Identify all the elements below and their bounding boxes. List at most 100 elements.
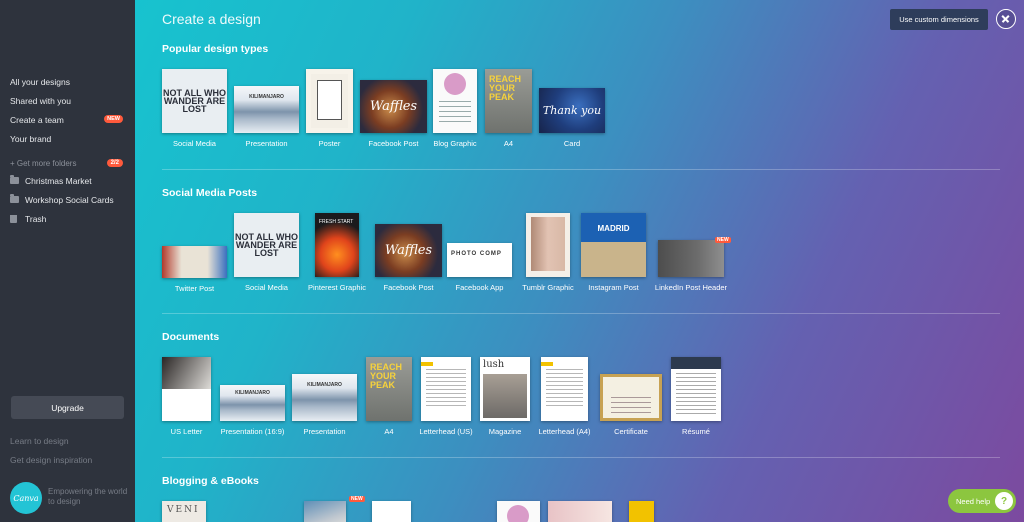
trash-icon <box>10 214 17 223</box>
text-lines <box>546 369 583 409</box>
design-type-presentation-2[interactable]: KILIMANJARO Presentation <box>292 374 357 439</box>
folder-label: Christmas Market <box>25 175 92 186</box>
letterhead-accent <box>541 362 553 366</box>
design-type-tumblr-graphic[interactable]: Tumblr Graphic <box>522 213 574 295</box>
design-type-blog-1[interactable]: VENI <box>162 501 206 522</box>
folder-workshop-social-cards[interactable]: Workshop Social Cards <box>0 190 135 209</box>
design-type-blog-5[interactable] <box>548 501 612 522</box>
design-type-linkedin-post-header[interactable]: NEW LinkedIn Post Header <box>655 237 731 295</box>
design-type-certificate[interactable]: Certificate <box>600 374 662 439</box>
design-type-label: LinkedIn Post Header <box>654 283 728 292</box>
thumbnail <box>372 501 411 522</box>
design-type-us-letter[interactable]: US Letter <box>162 357 211 439</box>
section-title-social-media-posts: Social Media Posts <box>162 187 258 199</box>
sidebar-item-label: Your brand <box>10 133 52 144</box>
custom-dimensions-button[interactable]: Use custom dimensions <box>890 9 988 30</box>
design-type-letterhead-us[interactable]: Letterhead (US) <box>419 357 473 439</box>
design-type-twitter-post[interactable]: Twitter Post <box>162 246 227 295</box>
design-type-resume[interactable]: Résumé <box>671 357 721 439</box>
sidebar-nav: All your designs Shared with you Create … <box>0 72 135 148</box>
thumbnail: KILIMANJARO <box>220 385 285 421</box>
design-type-instagram-post[interactable]: MADRID Instagram Post <box>581 213 646 295</box>
section-divider <box>162 313 1000 314</box>
design-type-blog-2[interactable]: NEW <box>304 496 365 522</box>
learn-to-design-link[interactable]: Learn to design <box>10 436 69 446</box>
design-type-facebook-post-2[interactable]: Waffles Facebook Post <box>375 224 442 295</box>
design-type-card[interactable]: Thank you Card <box>539 88 605 151</box>
need-help-label: Need help <box>956 496 991 506</box>
thumbnail: MADRID <box>581 213 646 277</box>
profile-circle <box>444 73 466 95</box>
thumbnail: Thank you <box>539 88 605 133</box>
poster-frame <box>317 80 342 120</box>
sidebar-item-label: Shared with you <box>10 95 71 106</box>
certificate-lines <box>611 397 651 417</box>
thumbnail <box>671 357 721 421</box>
folder-christmas-market[interactable]: Christmas Market <box>0 171 135 190</box>
section-title-blogging-ebooks: Blogging & eBooks <box>162 475 259 487</box>
design-type-a4[interactable]: REACH YOUR PEAK A4 <box>485 69 532 151</box>
thumbnail: NOT ALL WHO WANDER ARE LOST <box>234 213 299 277</box>
portrait-image <box>531 217 565 271</box>
design-type-pinterest-graphic[interactable]: FRESH START Pinterest Graphic <box>308 213 366 295</box>
magazine-masthead: lush <box>483 359 505 370</box>
thumbnail <box>629 501 654 522</box>
design-type-label: Résumé <box>682 427 710 436</box>
design-type-blog-3[interactable] <box>372 501 411 522</box>
design-type-letterhead-a4[interactable]: Letterhead (A4) <box>538 357 591 439</box>
section-divider <box>162 169 1000 170</box>
folder-icon <box>10 194 19 203</box>
upgrade-button[interactable]: Upgrade <box>11 396 124 419</box>
sidebar-item-all-designs[interactable]: All your designs <box>0 72 135 91</box>
tagline: Empowering the world to design <box>48 487 128 506</box>
folder-icon <box>10 175 19 184</box>
thumbnail: FRESH START <box>315 213 359 277</box>
close-icon[interactable] <box>996 9 1016 29</box>
new-badge: NEW <box>104 115 123 123</box>
design-type-social-media[interactable]: NOT ALL WHO WANDER ARE LOST Social Media <box>162 69 227 151</box>
design-type-blog-4[interactable] <box>497 501 540 522</box>
folders-section: + Get more folders 2/2 Christmas Market W… <box>0 155 135 228</box>
design-type-poster[interactable]: Poster <box>306 69 353 151</box>
thumbnail: Waffles <box>360 80 427 133</box>
sidebar-item-label: All your designs <box>10 76 71 87</box>
resume-header <box>671 357 721 369</box>
thumbnail: Waffles <box>375 224 442 277</box>
thumbnail: KILIMANJARO <box>292 374 357 421</box>
thumbnail: NOT ALL WHO WANDER ARE LOST <box>162 69 227 133</box>
thumbnail: REACH YOUR PEAK <box>366 357 412 421</box>
sidebar: All your designs Shared with you Create … <box>0 0 135 522</box>
thumbnail: KILIMANJARO <box>234 86 299 133</box>
get-more-folders-link[interactable]: + Get more folders 2/2 <box>0 155 135 171</box>
cover-image <box>483 374 527 418</box>
design-type-blog-6[interactable] <box>629 501 654 522</box>
thumbnail: REACH YOUR PEAK <box>485 69 532 133</box>
folders-count-badge: 2/2 <box>106 159 123 167</box>
thumbnail <box>433 69 477 133</box>
sidebar-item-shared[interactable]: Shared with you <box>0 91 135 110</box>
thumbnail: PHOTO COMP <box>447 243 512 277</box>
section-title-documents: Documents <box>162 331 220 343</box>
new-badge: NEW <box>349 496 365 502</box>
sidebar-item-create-team[interactable]: Create a team NEW <box>0 110 135 129</box>
thumbnail: lush <box>480 357 530 421</box>
thumbnail <box>658 240 724 277</box>
need-help-button[interactable]: Need help ? <box>948 489 1016 513</box>
design-type-presentation-16-9[interactable]: KILIMANJARO Presentation (16:9) <box>220 385 285 439</box>
thumbnail <box>162 246 227 278</box>
thumbnail <box>541 357 588 421</box>
design-type-facebook-app[interactable]: PHOTO COMP Facebook App <box>447 243 512 295</box>
sidebar-item-your-brand[interactable]: Your brand <box>0 129 135 148</box>
profile-circle <box>507 505 529 522</box>
thumbnail <box>548 501 612 522</box>
design-type-label: Card <box>563 139 581 148</box>
trash-item[interactable]: Trash <box>0 209 135 228</box>
design-type-presentation[interactable]: KILIMANJARO Presentation <box>234 86 299 151</box>
letterhead-accent <box>421 362 433 366</box>
canva-logo[interactable]: Canva <box>10 482 42 514</box>
design-type-social-media-2[interactable]: NOT ALL WHO WANDER ARE LOST Social Media <box>234 213 299 295</box>
thumbnail <box>306 69 353 133</box>
thumbnail <box>304 501 346 522</box>
section-title-popular: Popular design types <box>162 43 269 55</box>
design-inspiration-link[interactable]: Get design inspiration <box>10 455 92 465</box>
